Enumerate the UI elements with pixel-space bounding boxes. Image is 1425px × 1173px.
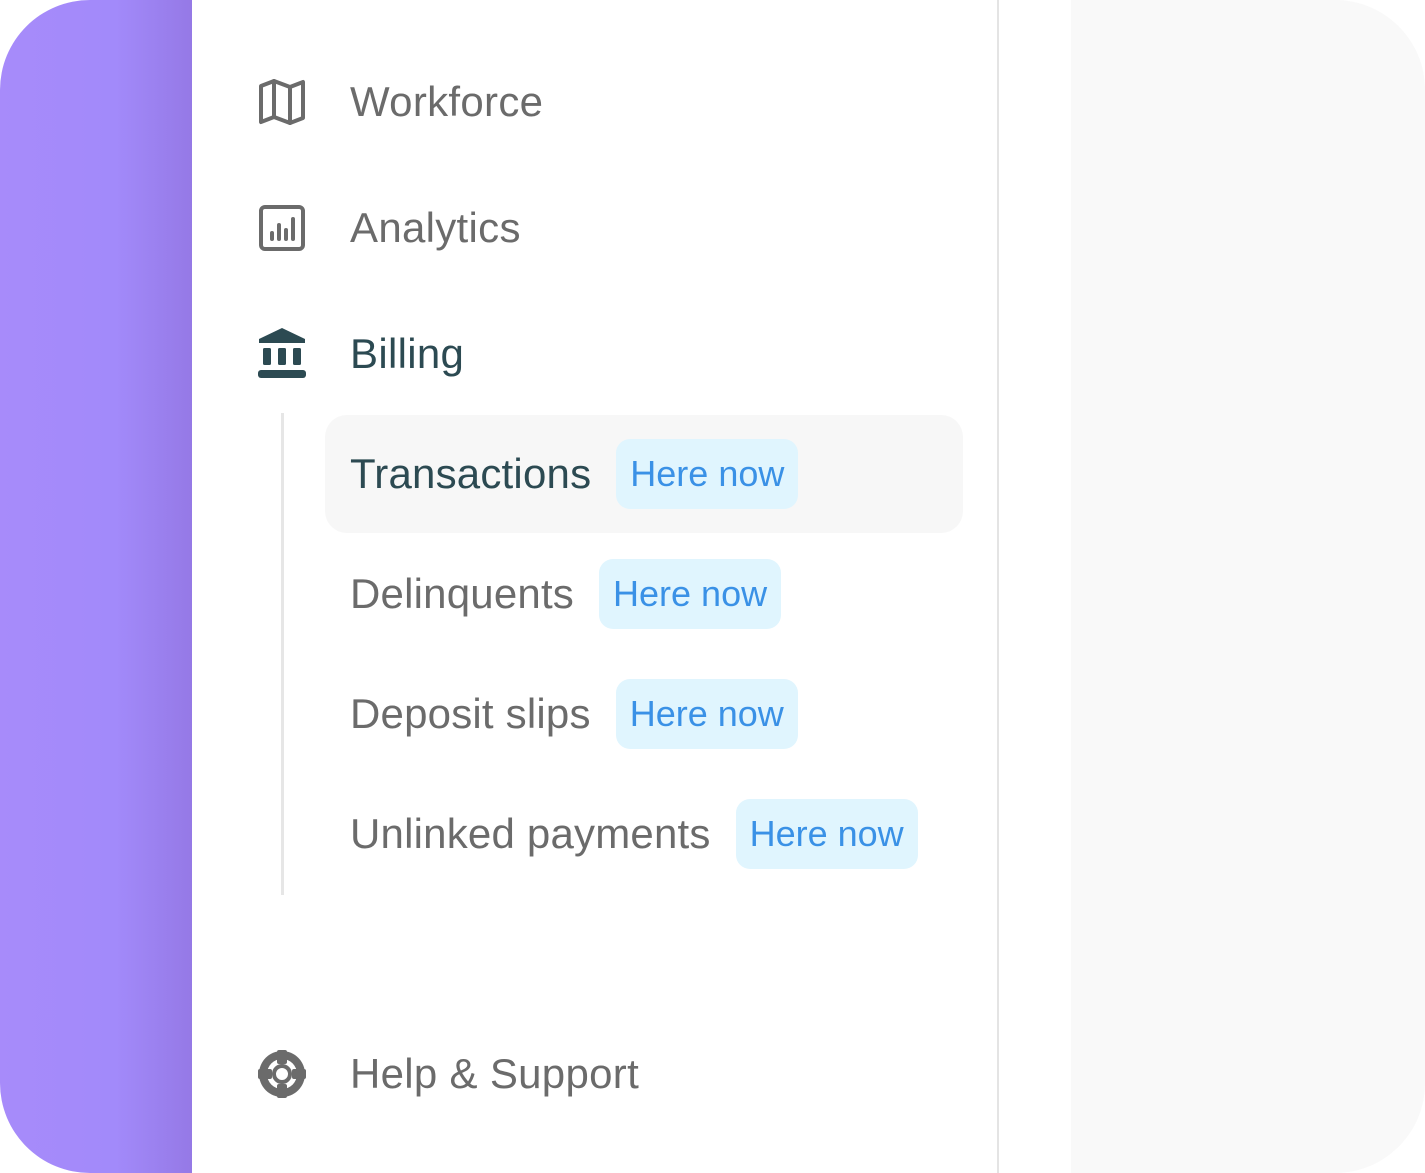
status-badge: Here now xyxy=(615,679,798,749)
submenu-item-transactions[interactable]: Transactions Here now xyxy=(325,415,963,533)
sidebar-item-workforce[interactable]: Workforce xyxy=(254,72,543,132)
sidebar-gutter xyxy=(999,0,1071,1173)
map-icon xyxy=(254,74,310,130)
sidebar-item-label: Billing xyxy=(350,330,465,377)
bar-chart-icon xyxy=(254,200,310,256)
submenu-rail xyxy=(281,413,284,895)
content-area xyxy=(1071,0,1425,1173)
submenu-item-deposit-slips[interactable]: Deposit slips Here now xyxy=(325,655,798,773)
lifebuoy-icon xyxy=(254,1046,310,1102)
bank-icon xyxy=(254,326,310,382)
submenu-item-label: Deposit slips xyxy=(350,690,591,737)
sidebar-item-label: Workforce xyxy=(350,78,544,125)
submenu-item-label: Transactions xyxy=(350,450,592,497)
submenu-item-label: Delinquents xyxy=(350,570,575,617)
status-badge: Here now xyxy=(599,559,782,629)
submenu-item-delinquents[interactable]: Delinquents Here now xyxy=(325,535,782,653)
sidebar-item-analytics[interactable]: Analytics xyxy=(254,198,521,258)
submenu-item-label: Unlinked payments xyxy=(350,810,711,857)
sidebar-item-billing[interactable]: Billing xyxy=(254,324,464,384)
submenu-item-unlinked-payments[interactable]: Unlinked payments Here now xyxy=(325,775,918,893)
status-badge: Here now xyxy=(616,439,799,509)
accent-panel xyxy=(0,0,192,1173)
sidebar-item-label: Analytics xyxy=(350,204,521,251)
app-frame: Workforce Analytics Billing Transactions… xyxy=(0,0,1425,1173)
sidebar-item-label: Help & Support xyxy=(350,1050,640,1097)
sidebar-item-help-support[interactable]: Help & Support xyxy=(254,1044,639,1104)
status-badge: Here now xyxy=(735,799,918,869)
